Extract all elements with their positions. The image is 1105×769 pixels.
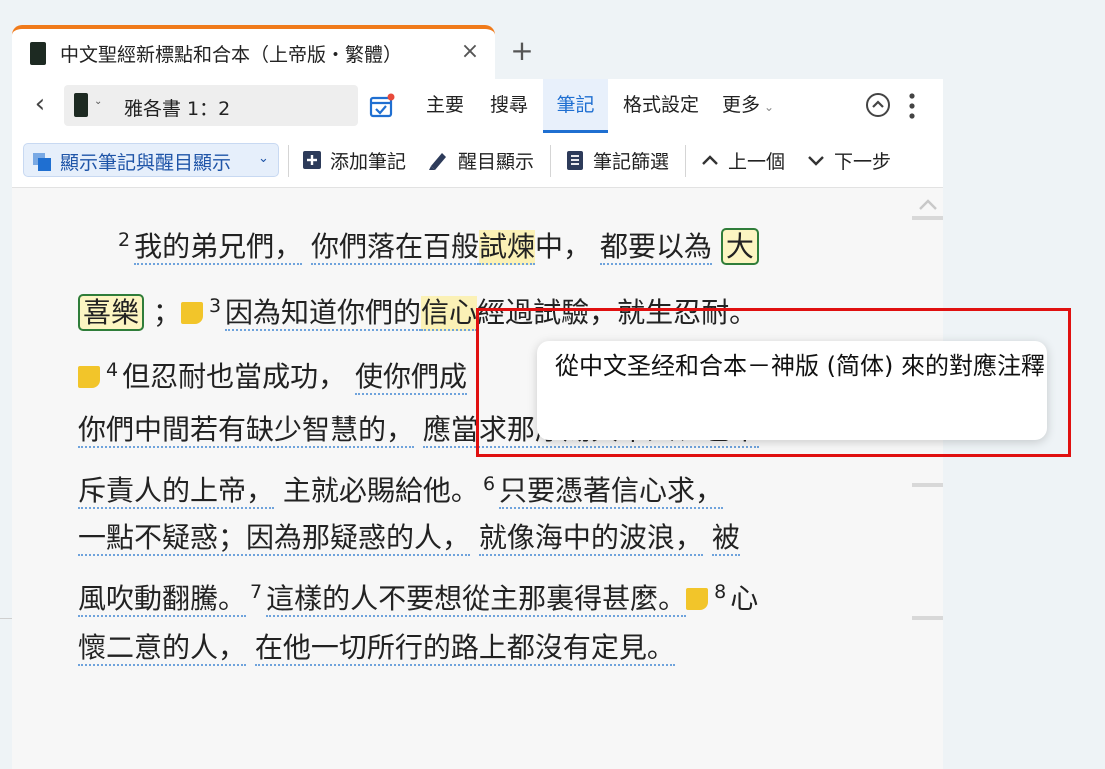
calendar-icon[interactable] — [369, 93, 395, 119]
tooltip-text: 從中文圣经和合本－神版 (简体) 來的對應注釋 — [555, 352, 1045, 380]
verse-text[interactable]: 心 — [730, 582, 758, 615]
new-tab-button[interactable]: + — [505, 34, 539, 68]
verse-line: 斥責人的上帝， 主就必賜給他。 6 只要憑著信心求， — [78, 464, 724, 511]
scroll-marker — [912, 216, 943, 220]
more-options-icon[interactable] — [905, 91, 919, 121]
menu-more-label: 更多 — [722, 94, 761, 116]
verse-text[interactable]: 懷二意的人， — [78, 631, 247, 666]
boxed-word[interactable]: 喜樂 — [78, 294, 145, 331]
add-note-button[interactable]: 添加筆記 — [330, 147, 406, 174]
chevron-up-icon[interactable] — [700, 149, 720, 171]
verse-text[interactable]: 中， — [535, 230, 591, 263]
verse-line: 懷二意的人， 在他一切所行的路上都沒有定見。 — [78, 628, 675, 668]
chevron-down-icon: ⌄ — [764, 100, 775, 114]
verse-number[interactable]: 6 — [483, 473, 495, 495]
note-filter-button[interactable]: 筆記篩選 — [593, 147, 669, 174]
menu-format[interactable]: 格式設定 — [614, 79, 708, 133]
title-strip — [0, 0, 1105, 20]
verse-text[interactable]: 風吹動翻騰。 — [78, 582, 247, 617]
highlight-button[interactable]: 醒目顯示 — [458, 147, 534, 174]
scroll-marker — [912, 483, 943, 487]
verse-line: 2 我的弟兄們， 你們落在百般試煉中， 都要以為 大 — [114, 220, 759, 267]
verse-text[interactable]: 你們中間若有缺少智慧的， — [78, 413, 415, 448]
scroll-up-circle-icon[interactable] — [865, 92, 891, 118]
note-filter-icon[interactable] — [565, 149, 585, 171]
divider — [288, 145, 289, 177]
verse-text[interactable]: ； — [153, 296, 181, 329]
show-notes-highlights-button[interactable]: 顯示筆記與醒目顯示 ⌄ — [23, 143, 279, 177]
back-icon[interactable]: ‹ — [26, 90, 54, 120]
sticky-note-icon[interactable] — [78, 366, 100, 388]
layers-icon — [33, 153, 51, 171]
verse-text[interactable]: 一點不疑惑；因為那疑惑的人， — [78, 521, 471, 556]
verse-text[interactable]: 但忍耐也當成功， — [122, 360, 346, 393]
verse-number[interactable]: 7 — [250, 581, 262, 603]
chevron-down-icon[interactable]: ⌄ — [94, 96, 102, 107]
verse-text[interactable]: 這樣的人不要想從主那裏得甚麼。 — [266, 582, 687, 617]
menu-search[interactable]: 搜尋 — [481, 79, 537, 133]
reference-text: 雅各書 1：2 — [124, 98, 231, 120]
verse-text[interactable]: 你們落在百般 — [311, 230, 480, 265]
verse-text[interactable]: 被 — [711, 521, 740, 556]
reference-selector[interactable]: ⌄ 雅各書 1：2 — [64, 85, 358, 126]
scroll-up-icon[interactable] — [917, 198, 939, 212]
verse-text[interactable]: 斥責人的上帝， — [78, 474, 275, 509]
add-note-icon[interactable] — [302, 149, 322, 171]
notes-toolbar: 顯示筆記與醒目顯示 ⌄ 添加筆記 醒目顯示 筆記篩選 上一個 下一步 — [12, 133, 943, 188]
boxed-word[interactable]: 大 — [720, 228, 759, 265]
verse-text[interactable]: 主就必賜給他。 — [283, 474, 479, 507]
document-tab[interactable]: 中文聖經新標點和合本（上帝版・繁體） × — [12, 25, 495, 79]
sticky-note-icon[interactable] — [180, 302, 203, 324]
verse-text[interactable]: 使你們成 — [355, 360, 468, 395]
verse-line: 一點不疑惑；因為那疑惑的人， 就像海中的波浪， 被 — [78, 518, 740, 558]
next-button[interactable]: 下一步 — [834, 147, 891, 174]
verse-text[interactable]: 只要憑著信心求， — [499, 474, 724, 509]
highlighted-word[interactable]: 試煉 — [479, 230, 536, 265]
verse-line: 4 但忍耐也當成功， 使你們成 — [78, 350, 468, 397]
verse-number[interactable]: 3 — [209, 295, 221, 317]
close-tab-icon[interactable]: × — [455, 37, 485, 67]
chevron-down-icon: ⌄ — [258, 151, 269, 166]
tab-title: 中文聖經新標點和合本（上帝版・繁體） — [60, 44, 403, 66]
main-toolbar: ‹ ⌄ 雅各書 1：2 主要 搜尋 筆記 格式設定 更多 ⌄ — [12, 79, 943, 134]
show-notes-label: 顯示筆記與醒目顯示 — [60, 152, 232, 174]
verse-line: 風吹動翻騰。 7 這樣的人不要想從主那裏得甚麼。 8 心 — [78, 572, 758, 619]
menu-more[interactable]: 更多 ⌄ — [722, 79, 798, 133]
menu-notes[interactable]: 筆記 — [543, 79, 608, 133]
book-icon — [74, 93, 88, 117]
divider — [685, 145, 686, 177]
scroll-marker — [912, 616, 943, 620]
verse-number[interactable]: 8 — [714, 581, 726, 603]
book-icon — [30, 42, 46, 65]
highlighted-word[interactable]: 信心 — [421, 296, 478, 331]
verse-text[interactable]: 因為知道你們的 — [225, 296, 422, 331]
sticky-note-icon[interactable] — [686, 588, 709, 610]
divider — [0, 618, 12, 619]
bible-text-pane: 2 我的弟兄們， 你們落在百般試煉中， 都要以為 大 喜樂 ； 3 因為知道你們的信心… — [12, 188, 943, 769]
divider — [550, 145, 551, 177]
verse-text[interactable]: 都要以為 — [599, 230, 712, 265]
verse-number[interactable]: 2 — [118, 229, 130, 251]
previous-button[interactable]: 上一個 — [728, 147, 785, 174]
verse-text[interactable]: 就像海中的波浪， — [478, 521, 703, 556]
verse-number[interactable]: 4 — [106, 359, 118, 381]
verse-text[interactable]: 我的弟兄們， — [134, 230, 303, 265]
chevron-down-icon[interactable] — [806, 149, 826, 171]
highlighter-icon[interactable] — [428, 149, 448, 171]
parallel-note-tooltip: 從中文圣经和合本－神版 (简体) 來的對應注釋 — [537, 341, 1047, 440]
menu-main[interactable]: 主要 — [417, 79, 473, 133]
verse-text[interactable]: 在他一切所行的路上都沒有定見。 — [254, 631, 675, 666]
